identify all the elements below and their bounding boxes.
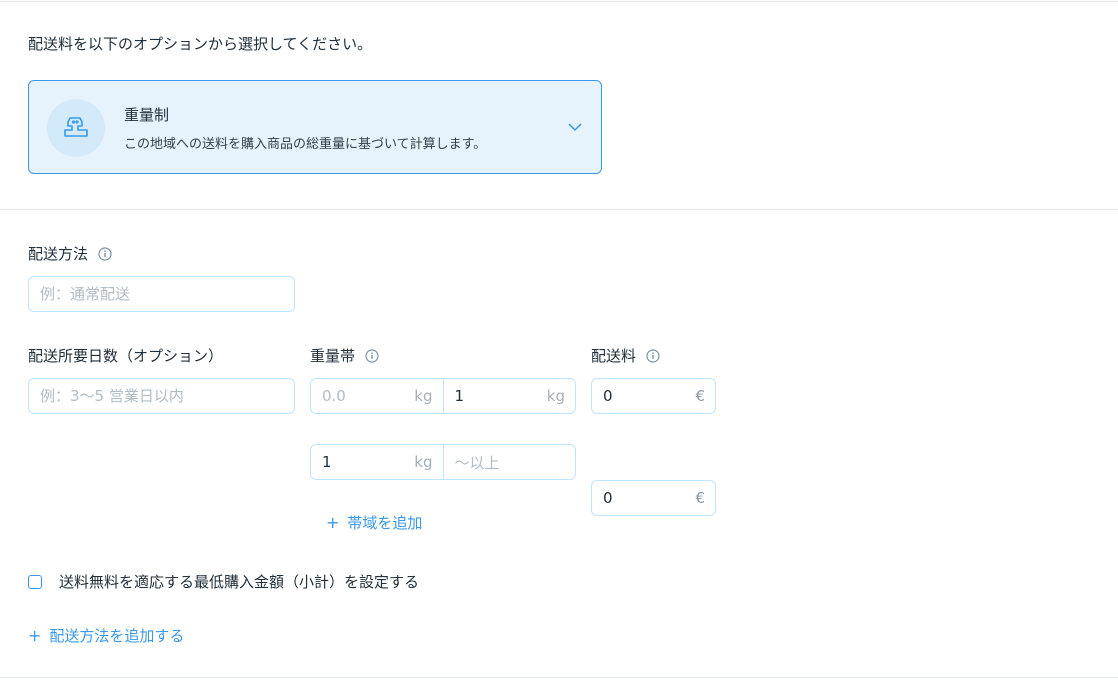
- kg-unit: kg: [414, 387, 433, 405]
- euro-unit: €: [695, 489, 705, 507]
- delivery-time-field[interactable]: [28, 378, 295, 414]
- add-shipping-method-button[interactable]: + 配送方法を追加する: [28, 625, 184, 646]
- plus-icon: +: [326, 513, 340, 532]
- weight-to-input[interactable]: 1 kg: [442, 379, 576, 413]
- add-range-button[interactable]: + 帯域を追加: [326, 512, 422, 533]
- scale-icon: [47, 99, 105, 157]
- shipping-fee-value: 0: [603, 489, 613, 507]
- weight-based-option-card[interactable]: 重量制 この地域への送料を購入商品の総重量に基づいて計算します。: [28, 80, 602, 174]
- option-description: この地域への送料を購入商品の総重量に基づいて計算します。: [124, 137, 487, 152]
- chevron-down-icon[interactable]: [567, 119, 583, 135]
- add-range-label: 帯域を追加: [347, 514, 423, 532]
- weight-range-row-2: 1 kg 〜以上: [310, 444, 576, 480]
- shipping-fee-input-1[interactable]: 0 €: [591, 378, 716, 414]
- shipping-method-label: 配送方法: [28, 245, 89, 263]
- shipping-fee-value: 0: [603, 387, 613, 405]
- weight-to-input[interactable]: 〜以上: [442, 445, 576, 479]
- weight-from-input[interactable]: 1 kg: [311, 445, 443, 479]
- free-shipping-checkbox-row[interactable]: 送料無料を適応する最低購入金額（小計）を設定する: [28, 571, 419, 592]
- option-title: 重量制: [124, 106, 170, 124]
- top-divider: [0, 1, 1118, 2]
- kg-unit: kg: [546, 387, 565, 405]
- info-icon[interactable]: [98, 246, 112, 261]
- weight-to-value: 1: [454, 387, 465, 405]
- shipping-fee-input-2[interactable]: 0 €: [591, 480, 716, 516]
- weight-range-row-1: 0.0 kg 1 kg: [310, 378, 576, 414]
- shipping-fee-label: 配送料: [591, 347, 637, 365]
- weight-from-input[interactable]: 0.0 kg: [311, 379, 443, 413]
- shipping-method-input[interactable]: [29, 277, 294, 311]
- euro-unit: €: [695, 387, 705, 405]
- plus-icon: +: [28, 626, 42, 645]
- shipping-method-field[interactable]: [28, 276, 295, 312]
- bottom-divider: [0, 677, 1118, 678]
- intro-text: 配送料を以下のオプションから選択してください。: [28, 35, 373, 53]
- weight-from-value: 1: [322, 453, 332, 471]
- delivery-time-label-row: 配送所要日数（オプション）: [28, 345, 223, 366]
- add-shipping-method-label: 配送方法を追加する: [49, 627, 185, 645]
- info-icon[interactable]: [646, 348, 660, 363]
- delivery-time-input[interactable]: [29, 379, 294, 413]
- delivery-time-label: 配送所要日数（オプション）: [28, 347, 224, 365]
- free-shipping-checkbox[interactable]: [28, 574, 42, 589]
- weight-range-label-row: 重量帯: [310, 345, 379, 366]
- section-divider: [0, 209, 1118, 210]
- free-shipping-checkbox-label: 送料無料を適応する最低購入金額（小計）を設定する: [59, 573, 420, 591]
- kg-unit: kg: [414, 453, 433, 471]
- shipping-fee-label-row: 配送料: [591, 345, 660, 366]
- info-icon[interactable]: [365, 348, 379, 363]
- weight-to-placeholder: 〜以上: [454, 453, 500, 472]
- shipping-method-label-row: 配送方法: [28, 243, 112, 264]
- weight-from-placeholder: 0.0: [322, 387, 346, 405]
- weight-range-label: 重量帯: [310, 347, 356, 365]
